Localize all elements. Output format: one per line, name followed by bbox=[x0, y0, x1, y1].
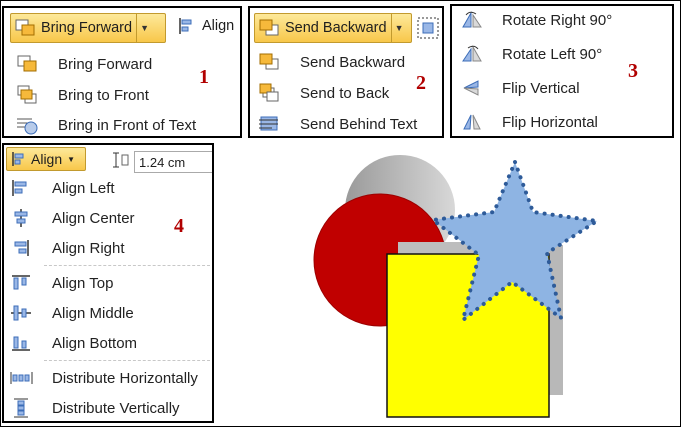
align-top-icon bbox=[10, 273, 34, 293]
distribute-horizontally-icon bbox=[10, 368, 34, 388]
send-backward-icon bbox=[258, 52, 282, 72]
align-bottom-icon bbox=[10, 333, 34, 353]
send-backward-split-button[interactable]: Send Backward ▼ bbox=[254, 13, 412, 43]
chevron-down-icon[interactable]: ▼ bbox=[390, 14, 407, 42]
menu-item-label: Align Top bbox=[52, 274, 114, 292]
menu-item-label: Distribute Vertically bbox=[52, 399, 180, 417]
panel-align: Align ▼ 1.24 cm 4 Align Left Align Cente… bbox=[2, 143, 214, 423]
menu-item-bring-forward[interactable]: Bring Forward bbox=[16, 51, 152, 77]
selection-pane-icon[interactable] bbox=[416, 16, 440, 40]
align-right-icon bbox=[10, 238, 34, 258]
menu-item-rotate-right[interactable]: Rotate Right 90° bbox=[460, 7, 612, 33]
chevron-down-icon: ▼ bbox=[67, 154, 76, 164]
menu-item-send-behind-text[interactable]: Send Behind Text bbox=[258, 111, 418, 136]
bring-forward-split-button[interactable]: Bring Forward ▼ bbox=[10, 13, 166, 43]
align-dropdown-button[interactable]: Align ▼ bbox=[6, 147, 86, 171]
flip-horizontal-icon bbox=[460, 112, 484, 132]
bring-to-front-icon bbox=[16, 85, 40, 105]
menu-item-align-middle[interactable]: Align Middle bbox=[10, 300, 134, 326]
panel-number-1: 1 bbox=[199, 66, 209, 88]
bring-in-front-of-text-icon bbox=[16, 115, 40, 135]
menu-item-align-left[interactable]: Align Left bbox=[10, 175, 115, 201]
panel-send-backward: Send Backward ▼ 2 Send Backward Send to … bbox=[248, 6, 444, 138]
shapes-canvas bbox=[300, 150, 620, 425]
menu-item-bring-in-front-of-text[interactable]: Bring in Front of Text bbox=[16, 112, 197, 136]
align-button-label: Align bbox=[31, 151, 63, 167]
align-left-icon bbox=[10, 178, 34, 198]
align-toolbar-button[interactable]: Align bbox=[178, 17, 234, 35]
align-middle-icon bbox=[10, 303, 34, 323]
menu-item-rotate-left[interactable]: Rotate Left 90° bbox=[460, 41, 602, 67]
panel-number-2: 2 bbox=[416, 72, 426, 94]
menu-item-label: Send to Back bbox=[300, 84, 390, 102]
menu-item-bring-to-front[interactable]: Bring to Front bbox=[16, 82, 149, 108]
menu-item-label: Bring in Front of Text bbox=[58, 116, 197, 134]
menu-separator bbox=[44, 265, 210, 266]
align-left-icon bbox=[11, 151, 27, 167]
distribute-vertically-icon bbox=[10, 398, 34, 418]
rotate-left-icon bbox=[460, 44, 484, 64]
align-toolbar-label: Align bbox=[202, 18, 235, 34]
send-backward-icon bbox=[259, 19, 281, 37]
menu-item-flip-vertical[interactable]: Flip Vertical bbox=[460, 75, 580, 101]
menu-separator bbox=[44, 360, 210, 361]
panel-rotate-flip: 3 Rotate Right 90° Rotate Left 90° Flip … bbox=[450, 4, 674, 138]
menu-item-label: Bring Forward bbox=[58, 55, 153, 73]
menu-item-send-to-back[interactable]: Send to Back bbox=[258, 80, 389, 106]
menu-item-label: Rotate Left 90° bbox=[502, 45, 603, 63]
menu-item-distribute-horizontally[interactable]: Distribute Horizontally bbox=[10, 365, 198, 391]
rotate-right-icon bbox=[460, 10, 484, 30]
menu-item-align-top[interactable]: Align Top bbox=[10, 270, 113, 296]
chevron-down-icon[interactable]: ▼ bbox=[136, 14, 152, 42]
bring-forward-icon bbox=[15, 19, 37, 37]
menu-item-align-right[interactable]: Align Right bbox=[10, 235, 125, 261]
bring-forward-icon bbox=[16, 54, 40, 74]
panel-number-4: 4 bbox=[174, 215, 184, 237]
bring-forward-button-label: Bring Forward bbox=[41, 20, 133, 36]
flip-vertical-icon bbox=[460, 78, 484, 98]
menu-item-label: Send Backward bbox=[300, 53, 406, 71]
menu-item-send-backward[interactable]: Send Backward bbox=[258, 49, 405, 75]
menu-item-label: Align Middle bbox=[52, 304, 134, 322]
menu-item-label: Align Bottom bbox=[52, 334, 138, 352]
menu-item-label: Align Center bbox=[52, 209, 135, 227]
align-center-icon bbox=[10, 208, 34, 228]
menu-item-label: Align Right bbox=[52, 239, 125, 257]
height-size-value: 1.24 cm bbox=[139, 155, 186, 170]
panel-bring-forward: Bring Forward ▼ Align 1 Bring Forward Br… bbox=[2, 6, 242, 138]
menu-item-label: Distribute Horizontally bbox=[52, 369, 198, 387]
send-to-back-icon bbox=[258, 83, 282, 103]
align-left-icon bbox=[178, 17, 196, 35]
height-size-input[interactable]: 1.24 cm bbox=[134, 151, 212, 173]
menu-item-align-bottom[interactable]: Align Bottom bbox=[10, 330, 137, 356]
menu-item-align-center[interactable]: Align Center bbox=[10, 205, 135, 231]
menu-item-label: Send Behind Text bbox=[300, 115, 418, 133]
menu-item-distribute-vertically[interactable]: Distribute Vertically bbox=[10, 395, 180, 421]
menu-item-label: Rotate Right 90° bbox=[502, 11, 613, 29]
send-backward-button-label: Send Backward bbox=[285, 20, 387, 36]
menu-item-flip-horizontal[interactable]: Flip Horizontal bbox=[460, 109, 598, 135]
panel-number-3: 3 bbox=[628, 60, 638, 82]
menu-item-label: Align Left bbox=[52, 179, 115, 197]
menu-item-label: Bring to Front bbox=[58, 86, 149, 104]
send-behind-text-icon bbox=[258, 114, 282, 134]
height-size-icon bbox=[112, 151, 130, 169]
menu-item-label: Flip Horizontal bbox=[502, 113, 598, 131]
menu-item-label: Flip Vertical bbox=[502, 79, 580, 97]
